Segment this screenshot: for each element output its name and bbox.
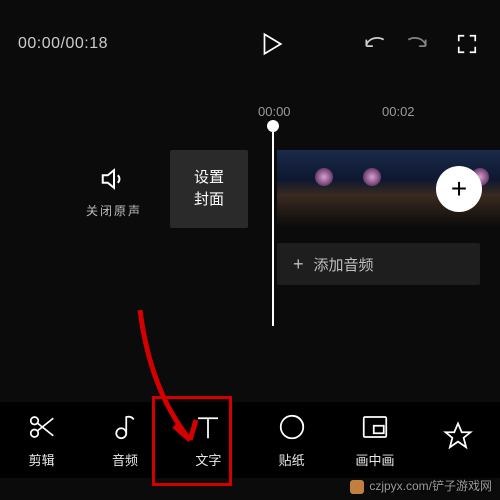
plus-icon: +	[293, 254, 304, 275]
mute-original-sound[interactable]: 关闭原声	[78, 164, 150, 219]
top-bar: 00:00/00:18	[0, 22, 500, 66]
text-icon	[193, 412, 223, 442]
sticker-icon	[277, 412, 307, 442]
add-clip-button[interactable]: +	[436, 166, 482, 212]
tool-label: 画中画	[355, 450, 394, 469]
timecode: 00:00/00:18	[18, 35, 108, 53]
tool-label: 剪辑	[29, 450, 55, 469]
set-cover-button[interactable]: 设置 封面	[170, 150, 248, 228]
tool-cut[interactable]: 剪辑	[0, 402, 83, 478]
ruler-tick: 00:02	[382, 104, 415, 119]
music-note-icon	[110, 412, 140, 442]
fullscreen-button[interactable]	[456, 33, 478, 55]
clip-thumbnail[interactable]	[355, 150, 433, 228]
tool-text[interactable]: 文字	[167, 402, 250, 478]
speaker-icon	[99, 164, 129, 194]
scissors-icon	[27, 412, 57, 442]
bottom-toolbar: 剪辑 音频 文字 贴纸 画中画	[0, 402, 500, 478]
cover-label-2: 封面	[194, 189, 224, 211]
add-audio-row[interactable]: + 添加音频	[277, 243, 480, 285]
ruler-tick: 00:00	[258, 104, 291, 119]
mute-label: 关闭原声	[78, 202, 150, 219]
undo-button[interactable]	[362, 31, 388, 57]
tool-sticker[interactable]: 贴纸	[250, 402, 333, 478]
tool-audio[interactable]: 音频	[83, 402, 166, 478]
clip-thumbnail[interactable]	[277, 150, 355, 228]
play-button[interactable]	[258, 31, 284, 57]
watermark-icon	[350, 480, 364, 494]
watermark-text: czjpyx.com/铲子游戏网	[369, 479, 492, 493]
picture-in-picture-icon	[360, 412, 390, 442]
time-ruler[interactable]: 00:00 00:02	[0, 104, 500, 124]
video-editor-screen: 00:00/00:18 00:00 00:02 关闭原声 设置 封面 + +	[0, 0, 500, 500]
plus-icon: +	[451, 173, 467, 205]
star-icon	[443, 421, 473, 451]
add-audio-label: 添加音频	[314, 254, 374, 275]
watermark: czjpyx.com/铲子游戏网	[350, 477, 492, 494]
cover-label-1: 设置	[194, 167, 224, 189]
tool-label: 音频	[112, 450, 138, 469]
tool-label: 文字	[195, 450, 221, 469]
tool-label: 贴纸	[279, 450, 305, 469]
tool-pip[interactable]: 画中画	[333, 402, 416, 478]
redo-button[interactable]	[404, 31, 430, 57]
tool-effects[interactable]	[417, 402, 500, 478]
playhead[interactable]	[272, 126, 274, 326]
